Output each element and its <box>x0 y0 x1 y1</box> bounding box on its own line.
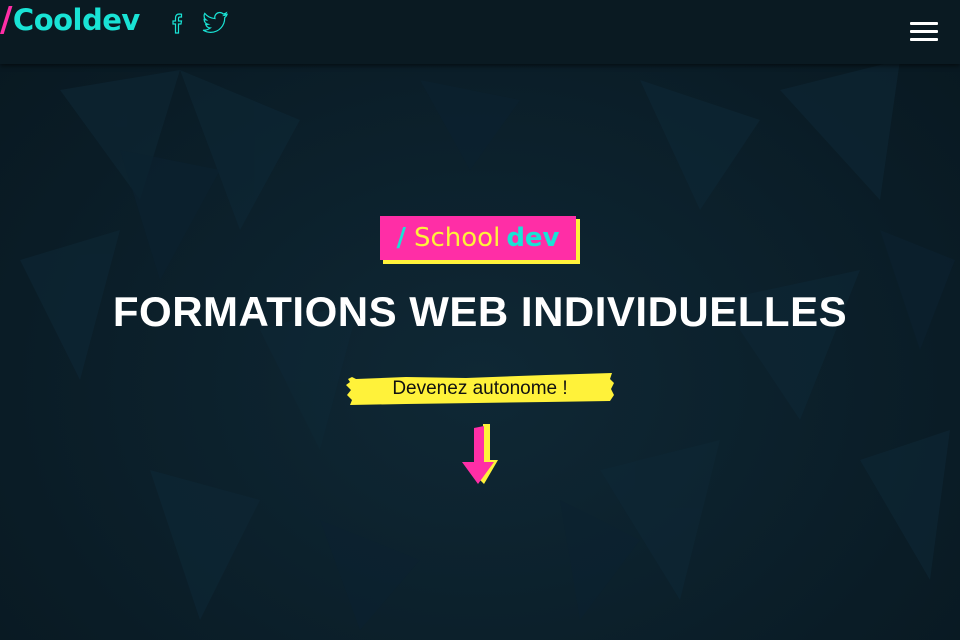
menu-button[interactable] <box>910 22 938 42</box>
arrow-down-icon[interactable] <box>460 424 500 493</box>
menu-line <box>910 38 938 41</box>
top-navbar: / Cooldev <box>0 0 960 64</box>
badge-face[interactable]: / School dev <box>380 216 576 260</box>
logo-slash: / <box>0 0 12 40</box>
schooldev-badge[interactable]: / School dev <box>380 216 580 264</box>
menu-line <box>910 30 938 33</box>
badge-slash: / <box>396 223 406 253</box>
badge-school: School <box>413 223 501 253</box>
menu-line <box>910 22 938 25</box>
cooldev-logo[interactable]: / Cooldev <box>0 0 140 40</box>
twitter-icon[interactable] <box>202 10 230 36</box>
facebook-icon[interactable] <box>168 10 186 36</box>
logo-text: Cooldev <box>12 3 140 37</box>
page-title: FORMATIONS WEB INDIVIDUELLES <box>112 288 848 335</box>
tagline-banner: Devenez autonome ! <box>346 373 614 405</box>
tagline-text: Devenez autonome ! <box>392 378 568 399</box>
badge-dev: dev <box>506 223 560 253</box>
